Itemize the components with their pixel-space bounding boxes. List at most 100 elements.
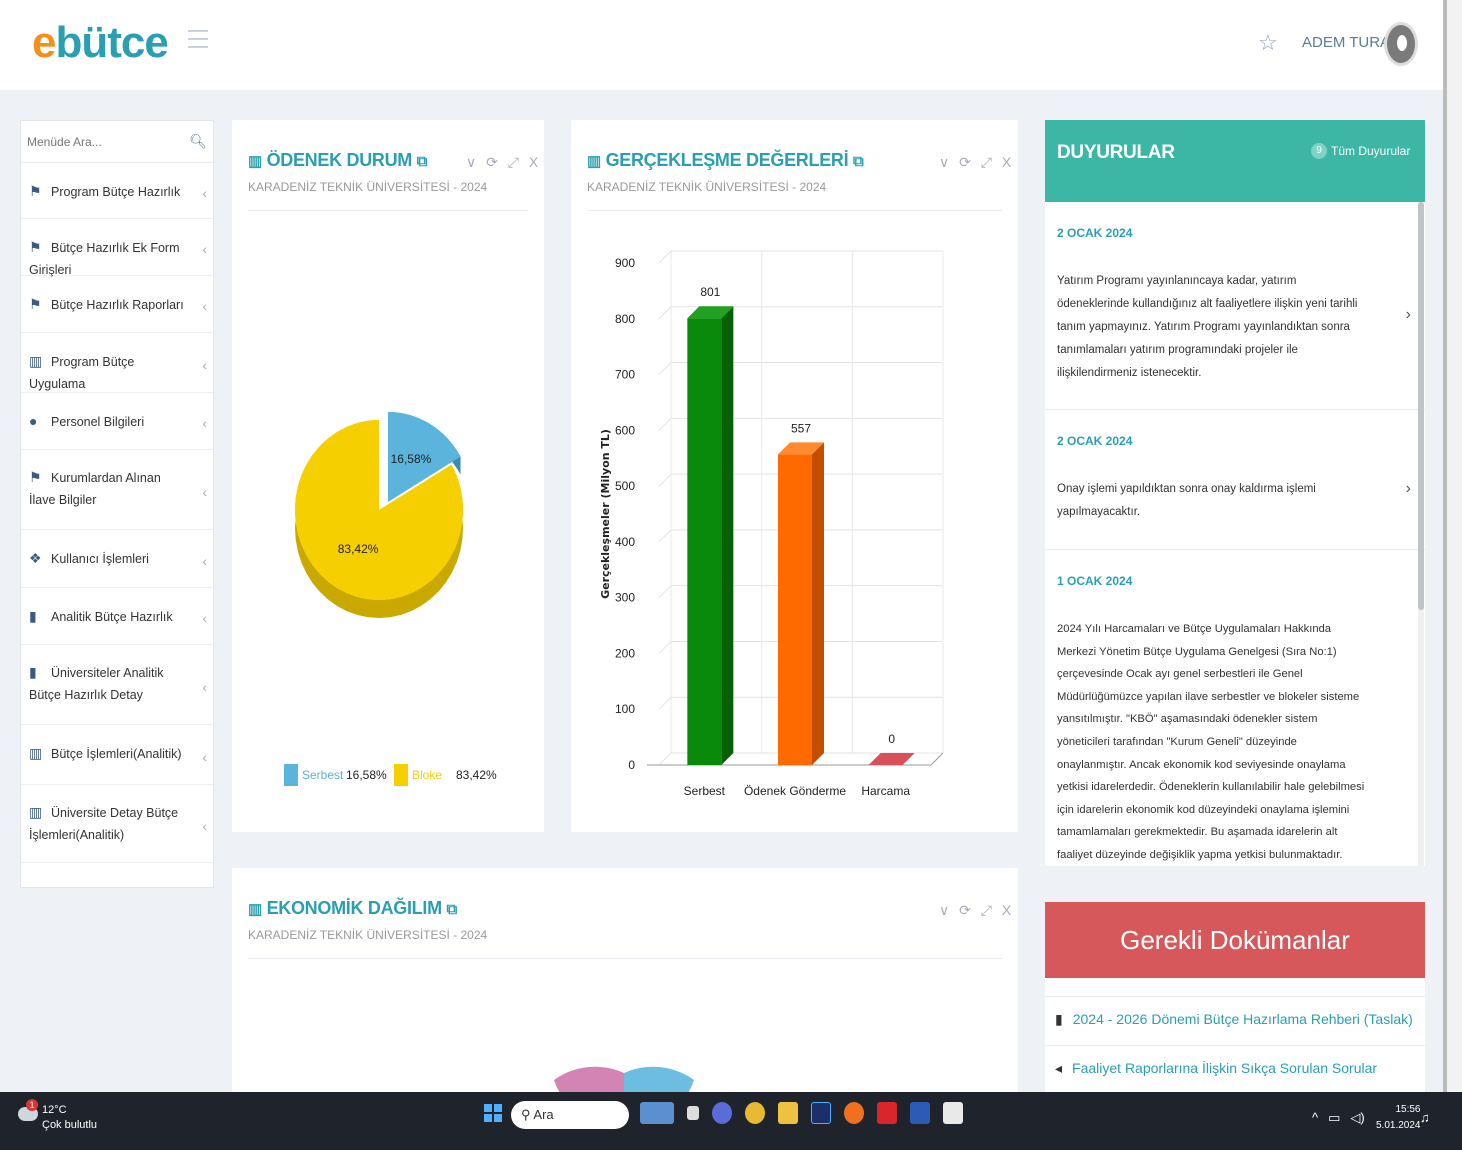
bar-data-label: 0 [888, 732, 895, 746]
sidebar-item[interactable]: ▥ Program Bütçe Uygulama ‹ [21, 333, 213, 393]
sidebar-item[interactable]: ▥ Üniversite Detay Bütçe İşlemleri(Analit… [21, 785, 213, 863]
sidebar-item[interactable]: ▮ Üniversiteler Analitik Bütçe Hazırlık D… [21, 645, 213, 725]
announcement-date: 2 OCAK 2024 [1057, 226, 1133, 240]
firefox-icon[interactable] [844, 1102, 864, 1124]
bar-chart-icon: ▥ [29, 353, 43, 369]
y-axis-label: Gerçekleşmeler (Milyon TL) [599, 429, 612, 599]
page-scrollbar-thumb[interactable] [1443, 0, 1447, 1092]
announcements-header: DUYURULAR 9 Tüm Duyurular [1045, 120, 1425, 202]
sidebar-item[interactable]: ⚑ Bütçe Hazırlık Raporları ‹ [21, 276, 213, 333]
bar-data-label: 801 [700, 285, 720, 299]
grid-line [658, 250, 672, 264]
gerceklesme-bar-chart: 0 100 200 300 400 500 600 700 800 900 801 Serbest 55… [599, 250, 944, 798]
chevron-left-icon[interactable]: ‹ [202, 481, 207, 503]
chevron-left-icon[interactable]: ‹ [202, 182, 207, 204]
weather-widget[interactable]: 1 12°C Çok bulutlu [18, 1099, 97, 1133]
announcement-text: Onay işlemi yapıldıktan sonra onay kaldı… [1057, 483, 1316, 518]
volume-icon: ◁) [1350, 1110, 1365, 1125]
odenek-panel: ▥ ÖDENEK DURUM ⧉ KARADENİZ TEKNİK ÜNİVER… [232, 120, 544, 832]
bar-top-2 [868, 753, 915, 765]
chevron-left-icon[interactable]: ‹ [202, 238, 207, 260]
document-link[interactable]: ◂ Faaliyet Raporlarına İlişkin Sıkça Soru… [1045, 1045, 1425, 1094]
chevron-right-icon[interactable]: › [1406, 480, 1411, 498]
folder-icon[interactable] [778, 1102, 798, 1124]
announcement-item[interactable]: 2 OCAK 2024 Onay işlemi yapıldıktan sonr… [1045, 410, 1425, 550]
avatar[interactable] [1384, 22, 1418, 66]
star-icon[interactable]: ☆ [1258, 30, 1278, 56]
taskbar-search[interactable]: ⚲ Ara [511, 1101, 629, 1129]
x-tick-label: Serbest [684, 784, 726, 798]
sidebar-item[interactable]: ⚑ Kurumlardan Alınan İlave Bilgiler ‹ [21, 450, 213, 530]
all-announcements-link[interactable]: Tüm Duyurular [1331, 144, 1410, 158]
announcement-text: Yatırım Programı yayınlanıncaya kadar, y… [1057, 275, 1358, 379]
windows-start-icon[interactable] [484, 1104, 502, 1122]
grid-line [658, 306, 672, 320]
app-logo[interactable]: ebütce [32, 18, 169, 68]
network-icon: ▭ [1328, 1110, 1341, 1125]
sidebar-item[interactable]: ⚑ Program Bütçe Hazırlık ‹ [21, 163, 213, 219]
chevron-left-icon[interactable]: ‹ [202, 676, 207, 698]
y-tick-label: 500 [615, 479, 635, 493]
book-icon: ▮ [1055, 1011, 1063, 1027]
photoshop-icon[interactable] [811, 1102, 831, 1124]
chevron-left-icon[interactable]: ‹ [202, 815, 207, 837]
chevron-left-icon[interactable]: ‹ [202, 412, 207, 434]
y-tick-label: 600 [615, 423, 635, 437]
chat-icon[interactable] [712, 1102, 732, 1124]
weather-temp: 12°C [42, 1104, 67, 1116]
landscape-widget-icon[interactable] [640, 1102, 674, 1124]
grid-line [658, 696, 672, 710]
announcement-item[interactable]: 1 OCAK 2024 2024 Yılı Harcamaları ve Büt… [1045, 550, 1425, 866]
task-view-icon[interactable] [687, 1106, 699, 1120]
megaphone-icon: ◂ [1055, 1060, 1063, 1076]
clock-date: 5.01.2024 [1376, 1120, 1421, 1131]
flag-icon: ⚑ [29, 239, 42, 255]
sidebar-item[interactable]: ⚑ Bütçe Hazırlık Ek Form Girişleri ‹ [21, 219, 213, 277]
sidebar-item[interactable]: ❖ Kullanıcı İşlemleri ‹ [21, 530, 213, 588]
bar-chart-icon: ▥ [29, 804, 43, 820]
legend-name: Serbest [302, 768, 344, 782]
legend-swatch [284, 764, 298, 786]
sidebar-item-label: Üniversiteler Analitik Bütçe Hazırlık De… [29, 666, 164, 702]
grid-line [658, 585, 672, 599]
sidebar-item[interactable]: ● Personel Bilgileri ‹ [21, 393, 213, 450]
sidebar-item[interactable]: ▥ Bütçe İşlemleri(Analitik) ‹ [21, 725, 213, 785]
chevron-left-icon[interactable]: ‹ [202, 354, 207, 376]
flag-icon: ⚑ [29, 183, 42, 199]
menu-toggle-icon[interactable] [188, 30, 208, 50]
sidebar-menu: ⚑ Program Bütçe Hazırlık ‹ ⚑ Bütçe Hazırlık … [21, 163, 213, 863]
chevron-left-icon[interactable]: ‹ [202, 607, 207, 629]
notification-bell-icon[interactable]: ♫ [1420, 1110, 1430, 1125]
word-icon[interactable] [910, 1102, 930, 1124]
clock[interactable]: 15:56 5.01.2024 [1376, 1102, 1421, 1134]
page-scrollbar-track[interactable] [1447, 0, 1462, 1092]
y-tick-label: 200 [615, 646, 635, 660]
sidebar-item-label: Üniversite Detay Bütçe İşlemleri(Analiti… [29, 806, 179, 842]
announcement-item[interactable]: 2 OCAK 2024 Yatırım Programı yayınlanınc… [1045, 202, 1425, 410]
chevron-left-icon[interactable]: ‹ [202, 550, 207, 572]
legend-value: 83,42% [456, 768, 497, 782]
grid-line [658, 529, 672, 543]
search-icon[interactable]: 🔍︎ [189, 133, 207, 150]
menu-search-input[interactable] [27, 134, 177, 149]
sidebar-item[interactable]: ▮ Analitik Bütçe Hazırlık ‹ [21, 588, 213, 645]
sidebar-item-label: Kullanıcı İşlemleri [51, 552, 149, 566]
grid-line [658, 362, 672, 375]
chevron-right-icon[interactable]: › [1406, 306, 1411, 324]
legend-swatch [394, 764, 408, 786]
chrome-icon[interactable] [745, 1102, 765, 1124]
announcements-scrollbar[interactable] [1418, 202, 1424, 866]
bar-1 [778, 454, 812, 765]
grid-line [658, 641, 672, 654]
announcement-text: 2024 Yılı Harcamaları ve Bütçe Uygulamal… [1057, 623, 1365, 861]
acrobat-icon[interactable] [877, 1102, 897, 1124]
document-link[interactable]: ▮ 2024 - 2026 Dönemi Bütçe Hazırlama Rehb… [1045, 996, 1425, 1045]
bar-side-1 [812, 442, 824, 765]
system-tray[interactable]: ^ ▭ ◁) [1312, 1110, 1365, 1126]
notes-app-icon[interactable] [943, 1102, 963, 1124]
users-icon: ❖ [29, 550, 42, 566]
chevron-left-icon[interactable]: ‹ [202, 746, 207, 768]
gerceklesme-panel: ▥ GERÇEKLEŞME DEĞERLERİ ⧉ KARADENİZ TEKN… [571, 120, 1018, 832]
clock-time: 15:56 [1395, 1104, 1421, 1115]
chevron-left-icon[interactable]: ‹ [202, 295, 207, 317]
